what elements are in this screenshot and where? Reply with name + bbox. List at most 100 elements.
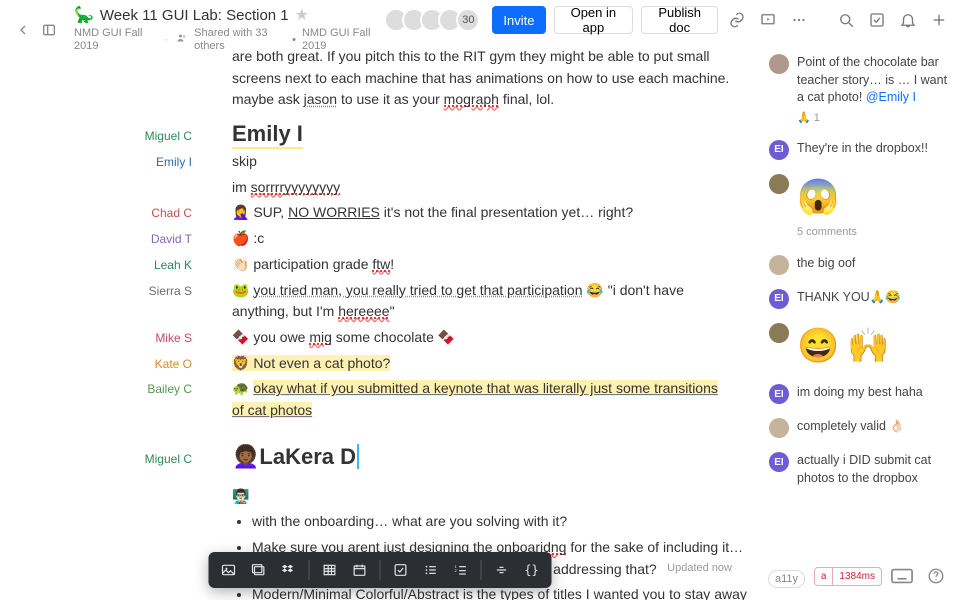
star-icon[interactable]: ★ — [295, 6, 309, 25]
calendar-icon[interactable] — [346, 556, 374, 584]
image-icon[interactable] — [215, 556, 243, 584]
text: some chocolate 🍫 — [332, 329, 455, 345]
panel-icon[interactable] — [36, 17, 62, 43]
mention[interactable]: @Emily I — [866, 90, 916, 104]
more-icon[interactable] — [788, 6, 811, 34]
present-icon[interactable] — [757, 6, 780, 34]
avatar — [769, 323, 789, 343]
link-icon[interactable] — [726, 6, 749, 34]
author-label: Sierra S — [0, 282, 192, 301]
open-in-app-button[interactable]: Open in app — [554, 6, 634, 34]
author-label: Leah K — [0, 256, 192, 275]
text: okay what if you submitted a keynote tha… — [232, 380, 718, 418]
doc-line[interactable]: Mike S 🍫 you owe mig some chocolate 🍫 — [0, 327, 760, 349]
comment[interactable]: 😱 5 comments — [769, 174, 948, 241]
avatar — [769, 418, 789, 438]
keyboard-icon[interactable] — [888, 562, 916, 590]
text: hereeee — [338, 303, 389, 319]
a11y-tag[interactable]: a11y — [768, 570, 805, 588]
cursor-caret — [357, 444, 359, 468]
section-heading[interactable]: Miguel C 👩🏾‍🦱LaKera D — [0, 444, 760, 470]
plus-icon[interactable] — [927, 6, 950, 34]
divider-icon[interactable] — [488, 556, 516, 584]
text: 👨🏻‍🏫 — [232, 488, 249, 504]
doc-line[interactable]: 👨🏻‍🏫 — [0, 486, 760, 508]
comments-count[interactable]: 5 comments — [797, 225, 948, 240]
avatar: EI — [769, 289, 789, 309]
comment-text: im doing my best haha — [797, 384, 948, 402]
text: im — [232, 179, 251, 195]
perf-value: 1384ms — [833, 568, 881, 585]
checkbox-icon[interactable] — [866, 6, 889, 34]
dropbox-icon[interactable] — [275, 556, 303, 584]
text: mograph — [444, 91, 499, 107]
comment[interactable]: Point of the chocolate bar teacher story… — [769, 54, 948, 126]
doc-line[interactable]: Kate O 🦁 Not even a cat photo? — [0, 353, 760, 375]
gallery-icon[interactable] — [245, 556, 273, 584]
doc-line[interactable]: Leah K 👏🏻 participation grade ftw! — [0, 254, 760, 276]
comment[interactable]: the big oof — [769, 255, 948, 275]
text: it's not the final presentation yet… rig… — [380, 204, 633, 220]
reaction: 😱 — [797, 174, 948, 222]
avatar — [769, 174, 789, 194]
reaction-chip[interactable]: 🙏 1 — [797, 111, 948, 126]
svg-text:2: 2 — [455, 568, 458, 573]
comment-text: the big oof — [797, 255, 948, 273]
text: 🦁 Not even a cat photo? — [232, 355, 390, 371]
insert-toolbar[interactable]: 12 {} — [209, 552, 552, 588]
reaction: 😄🙌 — [797, 323, 948, 371]
text: ftw — [372, 256, 390, 272]
perf-label: a — [815, 568, 834, 585]
author-label: Chad C — [0, 204, 192, 223]
comment[interactable]: EI THANK YOU🙏😂 — [769, 289, 948, 309]
comment[interactable]: EI actually i DID submit cat photos to t… — [769, 452, 948, 487]
text: to use it as your — [337, 91, 444, 107]
section-heading[interactable]: Miguel C Emily I — [0, 121, 760, 147]
doc-line[interactable]: Bailey C 🐢 okay what if you submitted a … — [0, 378, 760, 421]
table-icon[interactable] — [316, 556, 344, 584]
comment[interactable]: EI im doing my best haha — [769, 384, 948, 404]
author-label: Emily I — [0, 153, 192, 172]
invite-button[interactable]: Invite — [492, 6, 545, 34]
publish-button[interactable]: Publish doc — [641, 6, 718, 34]
doc-title[interactable]: Week 11 GUI Lab: Section 1 — [100, 7, 289, 25]
help-icon[interactable] — [922, 562, 950, 590]
heading-text: LaKera D — [259, 444, 356, 469]
author-label: Miguel C — [0, 129, 192, 143]
author-label: David T — [0, 230, 192, 249]
comments-sidebar[interactable]: Point of the chocolate bar teacher story… — [760, 46, 960, 600]
doc-paragraph[interactable]: are both great. If you pitch this to the… — [0, 46, 760, 111]
doc-line[interactable]: Sierra S 🐸 you tried man, you really tri… — [0, 280, 760, 323]
comment[interactable]: completely valid 👌🏻 — [769, 418, 948, 438]
avatar: EI — [769, 384, 789, 404]
code-block-icon[interactable]: {} — [518, 556, 546, 584]
comment-text: They're in the dropbox!! — [797, 140, 948, 158]
bulleted-list-icon[interactable] — [417, 556, 445, 584]
author-label: Bailey C — [0, 380, 192, 399]
heading-emoji: 👩🏾‍🦱 — [232, 444, 259, 469]
comment[interactable]: 😄🙌 — [769, 323, 948, 371]
perf-indicator[interactable]: a 1384ms — [814, 567, 882, 586]
text: ! — [390, 256, 394, 272]
text: 🐢 — [232, 380, 253, 396]
numbered-list-icon[interactable]: 12 — [447, 556, 475, 584]
checkbox-icon[interactable] — [387, 556, 415, 584]
avatar: EI — [769, 140, 789, 160]
text: 👏🏻 participation grade — [232, 256, 372, 272]
doc-emoji: 🦕 — [74, 6, 94, 25]
text: sorrrryyyyyyyy — [251, 179, 340, 195]
back-button[interactable] — [10, 17, 36, 43]
list-item[interactable]: with the onboarding… what are you solvin… — [252, 511, 760, 533]
text: mig — [309, 329, 332, 345]
presence-avatars[interactable]: 30 — [384, 8, 480, 32]
text: NO WORRIES — [288, 204, 380, 220]
doc-line[interactable]: im sorrrryyyyyyyy — [0, 177, 760, 199]
bell-icon[interactable] — [896, 6, 919, 34]
text: " — [390, 303, 395, 319]
doc-line[interactable]: David T 🍎 :c — [0, 228, 760, 250]
doc-line[interactable]: Emily I skip — [0, 151, 760, 173]
comment[interactable]: EI They're in the dropbox!! — [769, 140, 948, 160]
search-icon[interactable] — [835, 6, 858, 34]
doc-line[interactable]: Chad C 🤦‍♀️ SUP, NO WORRIES it's not the… — [0, 202, 760, 224]
updated-label: Updated now — [667, 562, 732, 574]
